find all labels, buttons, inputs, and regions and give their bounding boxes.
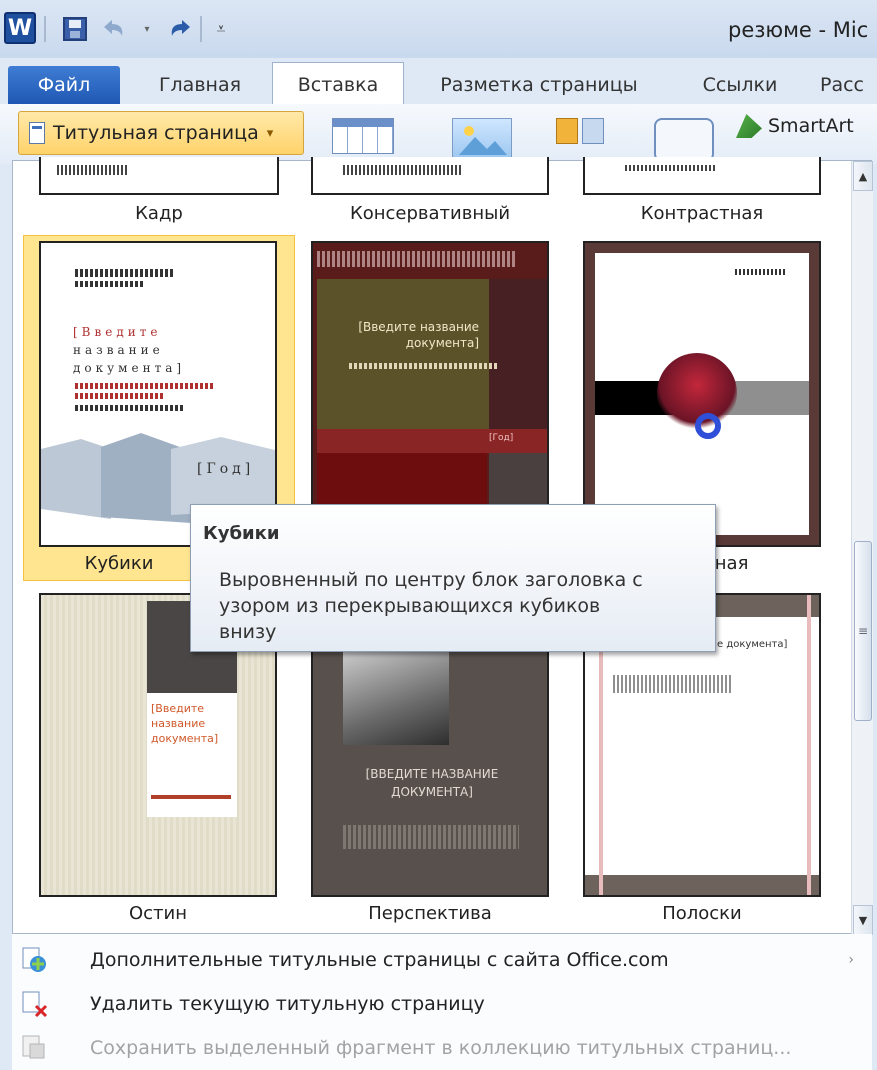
scroll-up-button[interactable]: ▲ (853, 161, 873, 191)
gallery-menu: Дополнительные титульные страницы с сайт… (12, 934, 872, 1070)
label-ostin: Остин (128, 903, 188, 924)
tooltip: Кубики Выровненный по центру блок заголо… (190, 504, 716, 652)
gallery-scrollbar[interactable]: ▲ ≡ ▼ (851, 161, 873, 935)
submenu-arrow-icon: › (848, 952, 854, 968)
cover-page-icon (29, 122, 45, 144)
customize-quick-access-icon[interactable]: ⩡ (206, 14, 236, 44)
perspective-title: [ВВЕДИТЕ НАЗВАНИЕ ДОКУМЕНТА] (365, 767, 499, 799)
save-icon[interactable] (60, 14, 90, 44)
tab-file[interactable]: Файл (8, 66, 120, 104)
scroll-thumb[interactable]: ≡ (854, 541, 872, 721)
menu-label: Дополнительные титульные страницы с сайт… (90, 949, 669, 971)
thumbnail-kadr[interactable] (39, 157, 279, 195)
separator (44, 16, 46, 42)
cubes-title-line: документа] (73, 361, 186, 375)
thumbnail-motion[interactable] (583, 241, 821, 547)
label-kadr: Кадр (135, 203, 183, 224)
menu-label: Удалить текущую титульную страницу (90, 993, 485, 1015)
thumbnail-contrast[interactable] (583, 157, 821, 195)
document-title: резюме - Mic (728, 18, 869, 42)
stripes-title: е документа] (717, 639, 788, 650)
word-icon[interactable]: W (4, 12, 36, 44)
separator (200, 16, 202, 42)
cubes-year: [Год] (197, 461, 255, 477)
label-conservative: Консервативный (349, 203, 511, 224)
chevron-down-icon: ▾ (266, 125, 274, 141)
label-contrast: Контрастная (640, 203, 764, 224)
label-stripes: Полоски (662, 903, 742, 924)
label-perspective: Перспектива (368, 903, 492, 924)
smartart-icon (736, 114, 762, 138)
title-bar: W ▾ ⩡ резюме - Mic (0, 0, 877, 58)
thumbnail-cubes[interactable]: [Введите название документа] [Год] (39, 241, 277, 547)
clip-art-icon[interactable] (556, 118, 610, 150)
cubes-title-line: название (73, 343, 164, 357)
smartart-button[interactable]: SmartArt (736, 114, 854, 138)
redo-icon[interactable] (164, 14, 194, 44)
save-to-gallery-icon (22, 1035, 45, 1059)
tab-page-layout[interactable]: Разметка страницы (424, 66, 654, 104)
menu-remove-cover-page[interactable]: Удалить текущую титульную страницу (12, 982, 872, 1026)
tooltip-description: Выровненный по центру блок заголовка с у… (219, 569, 643, 643)
shapes-icon[interactable] (654, 118, 714, 162)
remove-page-icon (22, 991, 48, 1018)
thumbnail-conservative[interactable] (311, 157, 549, 195)
office-online-icon (22, 947, 46, 972)
ribbon-tabs: Файл Главная Вставка Разметка страницы С… (0, 58, 877, 106)
menu-label: Сохранить выделенный фрагмент в коллекци… (90, 1037, 792, 1059)
ribbon: Титульная страница ▾ SmartArt (0, 104, 877, 164)
thumbnail-mosaic[interactable]: [Год] [Введите название документа] (311, 241, 549, 547)
ostin-title: [Введите название документа] (151, 702, 219, 745)
tab-mailings[interactable]: Расс (820, 66, 877, 104)
mosaic-year: [Год] (489, 433, 514, 443)
label-cubes: Кубики (84, 553, 154, 574)
smartart-label: SmartArt (768, 115, 854, 137)
tab-references[interactable]: Ссылки (690, 66, 790, 104)
undo-icon[interactable] (100, 14, 130, 44)
tooltip-title: Кубики (203, 523, 280, 544)
tab-home[interactable]: Главная (150, 66, 250, 104)
cubes-title-line: [Введите (73, 325, 162, 339)
cover-page-button[interactable]: Титульная страница ▾ (18, 111, 304, 155)
picture-icon[interactable] (452, 118, 512, 160)
tab-insert[interactable]: Вставка (272, 62, 404, 106)
table-icon[interactable] (332, 118, 394, 154)
label-motion-tail: нная (703, 553, 749, 574)
menu-save-selection: Сохранить выделенный фрагмент в коллекци… (12, 1026, 872, 1070)
undo-dropdown-icon[interactable]: ▾ (138, 14, 156, 44)
menu-more-from-office[interactable]: Дополнительные титульные страницы с сайт… (12, 938, 872, 982)
scroll-down-button[interactable]: ▼ (853, 905, 873, 935)
mosaic-title: [Введите название документа] (358, 320, 479, 350)
cover-page-label: Титульная страница (53, 122, 259, 144)
